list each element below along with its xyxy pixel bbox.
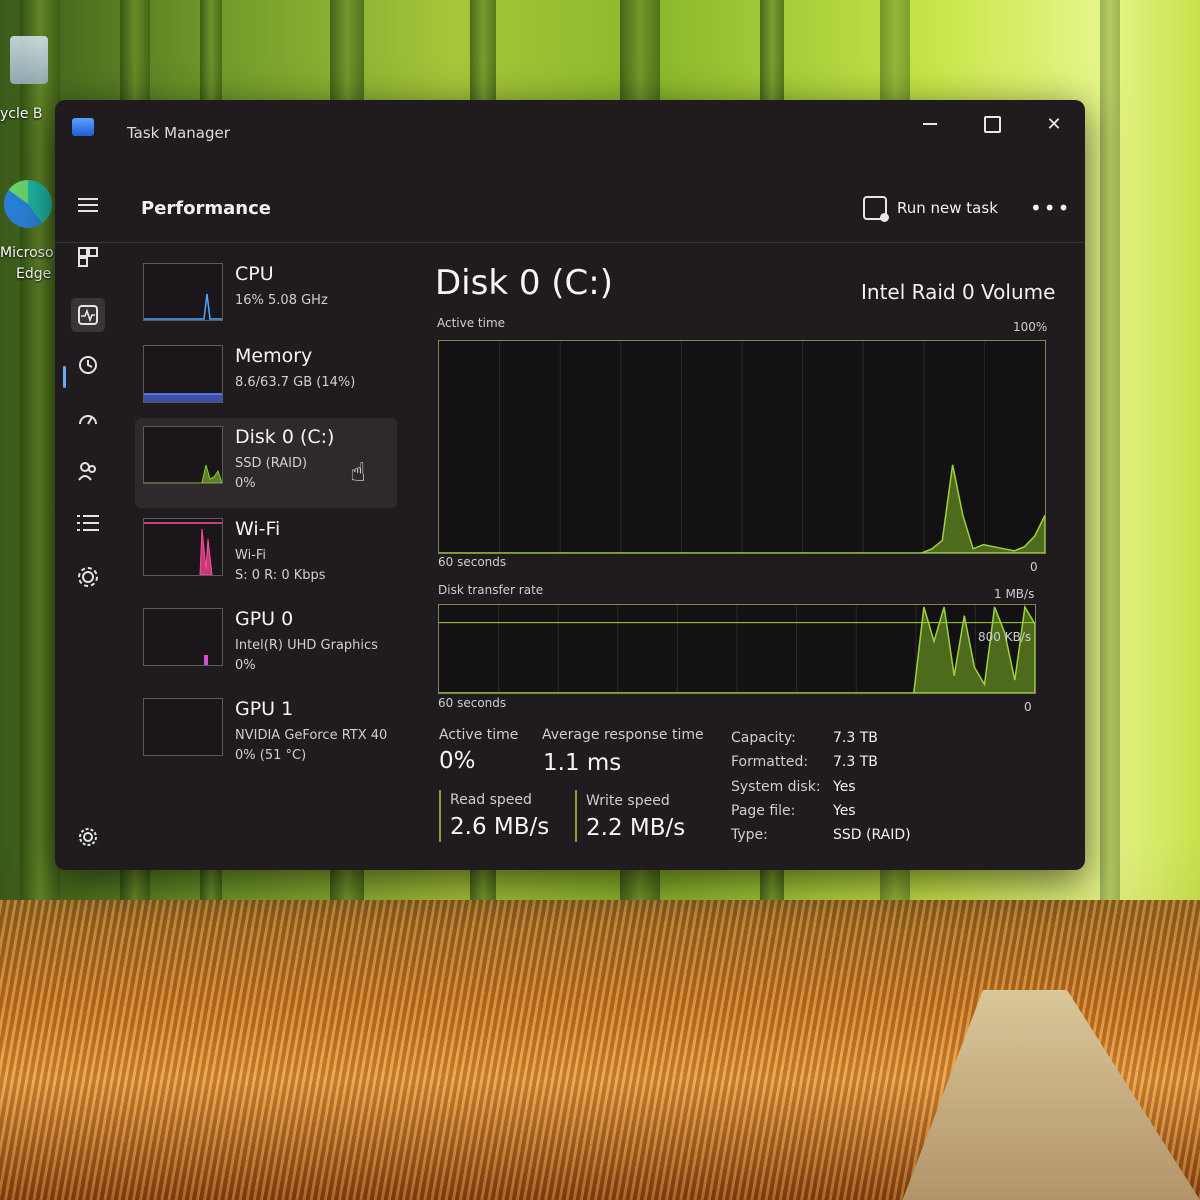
- transfer-rate-graph-min: 0: [1024, 700, 1032, 714]
- maximize-icon: [983, 115, 1001, 133]
- recycle-bin-icon: [10, 36, 48, 84]
- avg-response-value: 1.1 ms: [543, 750, 622, 776]
- hamburger-icon[interactable]: [75, 192, 101, 218]
- device-sub: NVIDIA GeForce RTX 40: [235, 728, 388, 743]
- write-speed-label: Write speed: [586, 793, 670, 809]
- close-button[interactable]: ✕: [1031, 108, 1077, 140]
- device-sub: 16% 5.08 GHz: [235, 293, 328, 308]
- active-time-graph-min: 0: [1030, 560, 1038, 574]
- cpu-thumbnail: [143, 263, 223, 321]
- task-manager-icon: [72, 118, 94, 136]
- read-speed-label: Read speed: [450, 792, 532, 808]
- transfer-rate-graph-max: 1 MB/s: [994, 587, 1035, 601]
- active-time-graph: [438, 340, 1046, 554]
- close-icon: ✕: [1046, 113, 1062, 135]
- edge-icon: [4, 180, 52, 228]
- device-name: GPU 1: [235, 698, 294, 720]
- disk-title: Disk 0 (C:): [435, 263, 614, 303]
- device-name: CPU: [235, 263, 274, 285]
- transfer-rate-graph-label: Disk transfer rate: [438, 583, 544, 597]
- device-sub2: 0% (51 °C): [235, 748, 307, 763]
- edge-label-1: Microso: [0, 245, 54, 261]
- minimize-icon: [923, 123, 937, 125]
- device-name: Wi-Fi: [235, 518, 281, 540]
- device-sub2: S: 0 R: 0 Kbps: [235, 568, 326, 583]
- run-new-task-label: Run new task: [897, 199, 998, 217]
- mouse-cursor-icon: ☝: [350, 458, 366, 488]
- page-title: Performance: [141, 198, 271, 219]
- avg-response-label: Average response time: [542, 727, 704, 743]
- formatted-value: 7.3 TB: [833, 754, 878, 770]
- write-speed-value: 2.2 MB/s: [586, 815, 686, 841]
- gpu1-thumbnail: [143, 698, 223, 756]
- title-bar[interactable]: Task Manager ✕: [55, 100, 1085, 148]
- device-gpu-0[interactable]: GPU 0 Intel(R) UHD Graphics 0%: [135, 600, 397, 690]
- transfer-rate-graph-span: 60 seconds: [438, 696, 507, 710]
- device-memory[interactable]: Memory 8.6/63.7 GB (14%): [135, 337, 397, 427]
- device-sub: SSD (RAID): [235, 456, 308, 471]
- page-file-label: Page file:: [731, 803, 796, 819]
- device-gpu-1[interactable]: GPU 1 NVIDIA GeForce RTX 40 0% (51 °C): [135, 690, 397, 780]
- device-sub: 8.6/63.7 GB (14%): [235, 375, 356, 390]
- more-options-button[interactable]: •••: [1030, 196, 1071, 220]
- active-time-graph-span: 60 seconds: [438, 555, 507, 569]
- disk-thumbnail: [143, 426, 223, 484]
- device-name: Memory: [235, 345, 313, 367]
- window-title: Task Manager: [127, 124, 230, 142]
- page-header: Performance Run new task •••: [55, 170, 1085, 243]
- page-file-value: Yes: [833, 803, 856, 819]
- read-speed-value: 2.6 MB/s: [450, 814, 550, 840]
- write-speed-indicator: [575, 790, 577, 842]
- users-icon[interactable]: [75, 458, 101, 484]
- transfer-rate-graph: [438, 604, 1036, 694]
- capacity-label: Capacity:: [731, 730, 796, 746]
- active-time-value: 0%: [439, 748, 476, 774]
- type-value: SSD (RAID): [833, 827, 911, 843]
- performance-icon[interactable]: [71, 298, 105, 332]
- device-wifi[interactable]: Wi-Fi Wi-Fi S: 0 R: 0 Kbps: [135, 510, 397, 600]
- processes-icon[interactable]: [75, 244, 101, 270]
- active-time-graph-max: 100%: [1013, 320, 1048, 334]
- services-icon[interactable]: [75, 564, 101, 590]
- wifi-thumbnail: [143, 518, 223, 576]
- startup-apps-icon[interactable]: [75, 406, 101, 432]
- device-sub2: 0%: [235, 658, 256, 673]
- run-task-icon: [863, 196, 889, 222]
- app-history-icon[interactable]: [75, 352, 101, 378]
- run-new-task-button[interactable]: Run new task: [863, 196, 998, 222]
- minimize-button[interactable]: [907, 108, 953, 140]
- maximize-button[interactable]: [969, 108, 1015, 140]
- recycle-bin-label: ycle B: [0, 106, 43, 122]
- device-name: GPU 0: [235, 608, 294, 630]
- task-manager-window: Task Manager ✕ Performance Run new task …: [55, 100, 1085, 870]
- system-disk-label: System disk:: [731, 779, 821, 795]
- device-sub2: 0%: [235, 476, 256, 491]
- device-sub: Wi-Fi: [235, 548, 267, 563]
- navigation-rail: [55, 170, 125, 870]
- device-sub: Intel(R) UHD Graphics: [235, 638, 378, 653]
- read-speed-indicator: [439, 790, 441, 842]
- details-icon[interactable]: [75, 510, 101, 536]
- memory-thumbnail: [143, 345, 223, 403]
- device-name: Disk 0 (C:): [235, 426, 335, 448]
- gpu0-thumbnail: [143, 608, 223, 666]
- system-disk-value: Yes: [833, 779, 856, 795]
- capacity-value: 7.3 TB: [833, 730, 878, 746]
- device-cpu[interactable]: CPU 16% 5.08 GHz: [135, 255, 397, 345]
- type-label: Type:: [731, 827, 768, 843]
- active-time-label: Active time: [439, 727, 519, 743]
- formatted-label: Formatted:: [731, 754, 809, 770]
- disk-model: Intel Raid 0 Volume: [861, 280, 1056, 304]
- settings-icon[interactable]: [75, 824, 101, 850]
- transfer-rate-mid-label: 800 KB/s: [978, 630, 1032, 644]
- active-indicator: [63, 366, 66, 388]
- active-time-graph-label: Active time: [437, 316, 506, 330]
- edge-label-2: Edge: [16, 266, 52, 282]
